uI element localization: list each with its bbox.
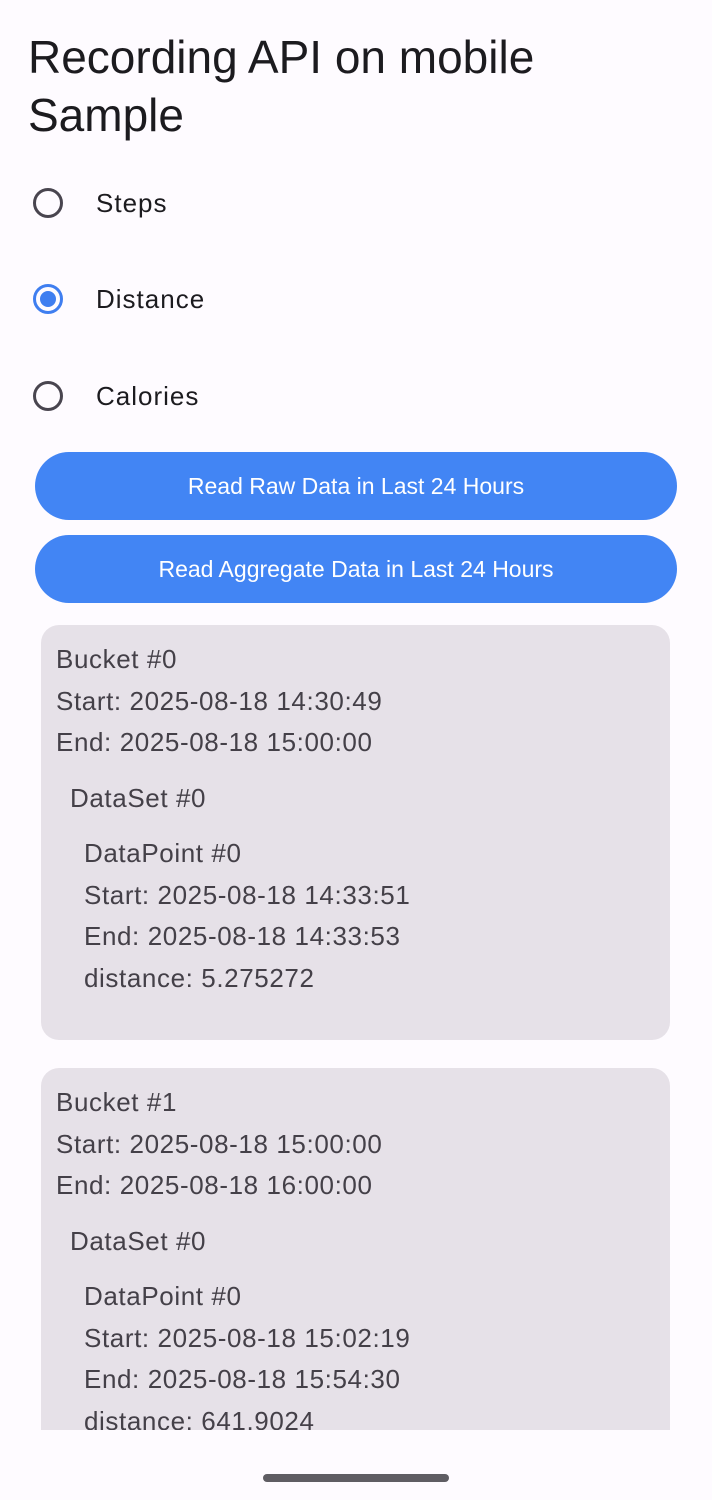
datapoint-block: DataPoint #0 Start: 2025-08-18 14:33:51 … [84,833,670,999]
dataset-title: DataSet #0 [70,1225,207,1256]
datapoint-title: DataPoint #0 [84,1281,242,1311]
datapoint-block: DataPoint #0 Start: 2025-08-18 15:02:19 … [84,1276,670,1430]
bucket-title: Bucket #1 [56,1087,178,1117]
radio-option-steps[interactable]: Steps [28,175,628,231]
bucket-title: Bucket #0 [56,644,178,674]
datapoint-value: distance: 641.9024 [84,1405,315,1431]
gesture-navigation-handle[interactable] [263,1474,449,1482]
datapoint-end: End: 2025-08-18 14:33:53 [84,921,401,951]
bucket-end: End: 2025-08-18 15:00:00 [56,727,373,757]
dataset-block: DataSet #0 DataPoint #0 Start: 2025-08-1… [70,778,670,1000]
datapoint-start: Start: 2025-08-18 15:02:19 [84,1322,411,1353]
radio-unchecked-icon [33,188,63,218]
dataset-title: DataSet #0 [70,782,207,813]
radio-label-distance: Distance [96,283,206,314]
radio-selected-dot [40,291,56,307]
datapoint-end: End: 2025-08-18 15:54:30 [84,1364,401,1394]
read-raw-data-button[interactable]: Read Raw Data in Last 24 Hours [35,452,677,520]
read-aggregate-data-button[interactable]: Read Aggregate Data in Last 24 Hours [35,535,677,603]
datapoint-value: distance: 5.275272 [84,962,315,993]
bucket-start: Start: 2025-08-18 14:30:49 [56,685,383,716]
bucket-start: Start: 2025-08-18 15:00:00 [56,1128,383,1159]
radio-label-calories: Calories [96,380,200,411]
results-list[interactable]: Bucket #0 Start: 2025-08-18 14:30:49 End… [0,612,712,1430]
datapoint-title: DataPoint #0 [84,838,242,868]
bucket-card-1: Bucket #1 Start: 2025-08-18 15:00:00 End… [41,1068,670,1430]
radio-button-distance[interactable] [28,279,68,319]
radio-label-steps: Steps [96,187,168,218]
bucket-card-0: Bucket #0 Start: 2025-08-18 14:30:49 End… [41,625,670,1040]
radio-checked-icon [33,284,63,314]
radio-option-distance[interactable]: Distance [28,271,628,327]
radio-unchecked-icon [33,381,63,411]
radio-button-steps[interactable] [28,183,68,223]
datapoint-start: Start: 2025-08-18 14:33:51 [84,879,411,910]
dataset-block: DataSet #0 DataPoint #0 Start: 2025-08-1… [70,1221,670,1431]
radio-button-calories[interactable] [28,376,68,416]
page-title: Recording API on mobile Sample [28,31,535,141]
radio-option-calories[interactable]: Calories [28,368,628,424]
bucket-end: End: 2025-08-18 16:00:00 [56,1170,373,1200]
